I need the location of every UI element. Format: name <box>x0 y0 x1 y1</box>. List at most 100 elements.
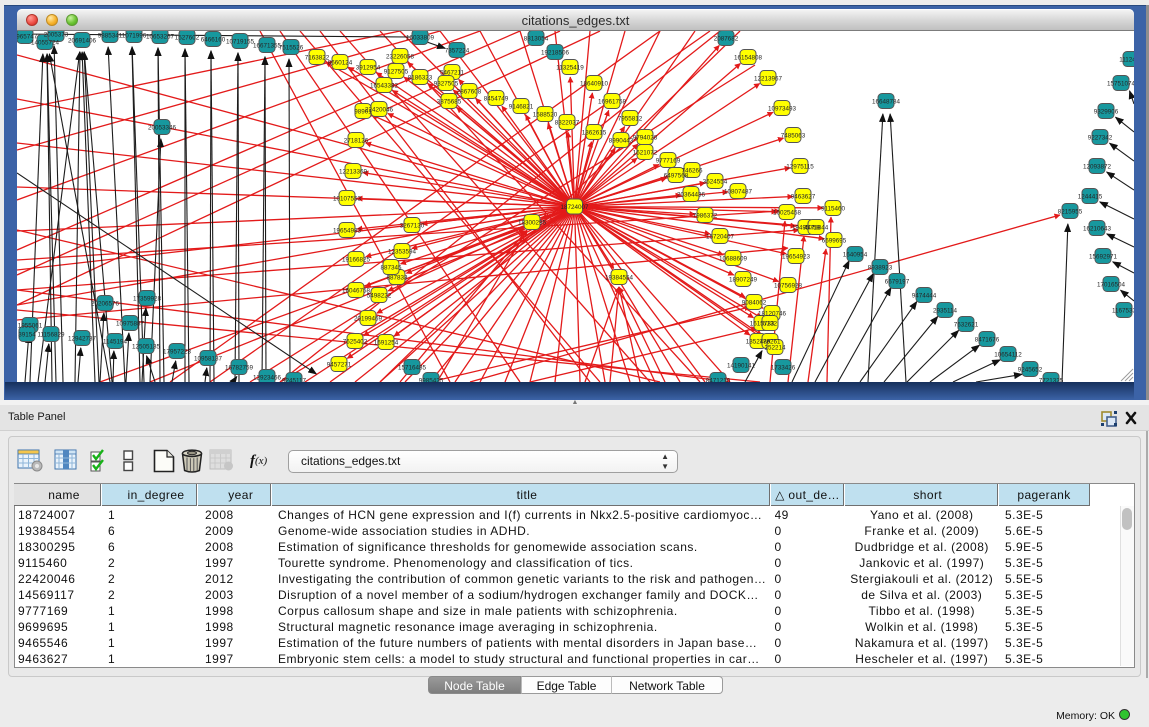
svg-text:6699695: 6699695 <box>822 238 847 245</box>
svg-text:8660124: 8660124 <box>328 60 353 67</box>
svg-text:7632621: 7632621 <box>954 322 979 329</box>
svg-text:3624554: 3624554 <box>703 179 728 186</box>
svg-text:3267130: 3267130 <box>400 223 425 230</box>
svg-text:6679197: 6679197 <box>885 279 910 286</box>
svg-text:7485063: 7485063 <box>781 133 806 140</box>
svg-text:20691406: 20691406 <box>68 38 97 45</box>
svg-text:9463627: 9463627 <box>791 194 816 201</box>
svg-text:9146821: 9146821 <box>509 104 534 111</box>
svg-text:10653267: 10653267 <box>146 34 175 41</box>
svg-text:14190141: 14190141 <box>727 363 756 370</box>
svg-text:9084062: 9084062 <box>742 300 767 307</box>
svg-text:20364436: 20364436 <box>677 192 706 199</box>
svg-text:20199469: 20199469 <box>354 316 383 323</box>
svg-text:11325419: 11325419 <box>556 65 584 72</box>
svg-text:10107553: 10107553 <box>333 196 362 203</box>
svg-text:1640954: 1640954 <box>843 252 868 259</box>
svg-text:18640910: 18640910 <box>580 81 609 88</box>
svg-text:19654983: 19654983 <box>333 228 362 235</box>
svg-text:20206576: 20206576 <box>91 301 120 308</box>
svg-text:9227342: 9227342 <box>1088 135 1113 142</box>
svg-text:19654923: 19654923 <box>782 254 811 261</box>
svg-text:18300295: 18300295 <box>518 220 547 227</box>
svg-text:6497568: 6497568 <box>664 173 689 180</box>
svg-text:12975115: 12975115 <box>786 164 814 171</box>
svg-text:8215955: 8215955 <box>1058 209 1083 216</box>
svg-text:7625402: 7625402 <box>343 339 368 346</box>
svg-text:1691254: 1691254 <box>374 340 399 347</box>
svg-text:9115460: 9115460 <box>821 206 846 213</box>
svg-text:9329906: 9329906 <box>1094 109 1119 116</box>
svg-text:1244415: 1244415 <box>1078 194 1103 201</box>
svg-text:1145194: 1145194 <box>103 339 128 346</box>
svg-text:15692971: 15692971 <box>1089 254 1118 261</box>
svg-text:16961758: 16961758 <box>598 99 627 106</box>
svg-text:17359928: 17359928 <box>133 296 162 303</box>
svg-text:8322037: 8322037 <box>555 120 580 127</box>
svg-text:887345: 887345 <box>380 265 402 272</box>
svg-text:1071996: 1071996 <box>122 33 147 40</box>
svg-text:9777169: 9777169 <box>656 158 681 165</box>
svg-text:18724007: 18724007 <box>560 204 589 211</box>
svg-text:18120746: 18120746 <box>758 311 787 318</box>
svg-text:10975887: 10975887 <box>116 321 145 328</box>
svg-text:10654112: 10654112 <box>994 352 1022 359</box>
svg-text:8813054: 8813054 <box>524 36 549 43</box>
svg-text:6466160: 6466160 <box>201 37 226 44</box>
svg-text:17957223: 17957223 <box>163 349 192 356</box>
svg-text:12213369: 12213369 <box>339 169 368 176</box>
svg-text:1527602: 1527602 <box>175 35 200 42</box>
svg-text:7986372: 7986372 <box>693 213 718 220</box>
svg-text:2005373: 2005373 <box>44 32 69 39</box>
svg-text:12213967: 12213967 <box>754 76 783 83</box>
svg-text:1112483: 1112483 <box>1119 57 1134 64</box>
svg-text:5498222: 5498222 <box>367 293 392 300</box>
svg-text:9457271: 9457271 <box>327 362 352 369</box>
svg-text:8186323: 8186323 <box>408 75 433 82</box>
svg-text:9794028: 9794028 <box>633 135 658 142</box>
svg-text:(x): (x) <box>255 455 268 467</box>
svg-text:20053346: 20053346 <box>148 125 177 132</box>
svg-text:3912954: 3912954 <box>356 65 381 72</box>
svg-text:10756928: 10756928 <box>774 283 803 290</box>
svg-text:19218506: 19218506 <box>541 50 570 57</box>
svg-text:887833: 887833 <box>386 275 408 282</box>
svg-text:10719155: 10719155 <box>226 39 255 46</box>
svg-text:16671355: 16671355 <box>253 43 282 50</box>
svg-text:23226058: 23226058 <box>386 54 415 61</box>
svg-text:39154: 39154 <box>18 332 36 339</box>
svg-text:9327505: 9327505 <box>434 81 459 88</box>
svg-text:15720407: 15720407 <box>706 234 735 241</box>
svg-text:9985425: 9985425 <box>419 378 444 383</box>
svg-text:7357224: 7357224 <box>445 48 470 55</box>
svg-text:9245117: 9245117 <box>282 378 307 383</box>
svg-text:11156829: 11156829 <box>37 332 65 339</box>
svg-text:7163822: 7163822 <box>305 55 330 62</box>
svg-text:8938923: 8938923 <box>868 265 893 272</box>
svg-text:10973493: 10973493 <box>768 106 797 113</box>
svg-text:12353594: 12353594 <box>388 249 417 256</box>
svg-text:12093872: 12093872 <box>1083 164 1112 171</box>
svg-text:2867608: 2867608 <box>457 89 482 96</box>
svg-text:12505135: 12505135 <box>132 344 161 351</box>
svg-text:8990443: 8990443 <box>609 138 634 145</box>
svg-text:8471676: 8471676 <box>975 337 1000 344</box>
svg-text:19384554: 19384554 <box>605 275 634 282</box>
svg-text:9127505: 9127505 <box>384 69 409 76</box>
svg-text:19166825: 19166825 <box>342 257 371 264</box>
svg-text:8471210: 8471210 <box>706 378 731 383</box>
svg-text:2718126: 2718126 <box>344 138 369 145</box>
svg-text:1955061: 1955061 <box>18 323 43 330</box>
svg-text:10688609: 10688609 <box>719 256 748 263</box>
svg-text:18907249: 18907249 <box>729 277 758 284</box>
svg-text:16210643: 16210643 <box>1083 226 1112 233</box>
svg-text:98901: 98901 <box>354 109 372 116</box>
svg-text:9474444: 9474444 <box>912 293 937 300</box>
svg-text:16782759: 16782759 <box>225 365 254 372</box>
svg-text:8454749: 8454749 <box>484 96 509 103</box>
svg-text:10807487: 10807487 <box>724 189 753 196</box>
svg-text:16154808: 16154808 <box>734 55 763 62</box>
svg-text:16648784: 16648784 <box>872 99 901 106</box>
svg-text:16543382: 16543382 <box>370 83 399 90</box>
svg-text:7955812: 7955812 <box>618 116 643 123</box>
